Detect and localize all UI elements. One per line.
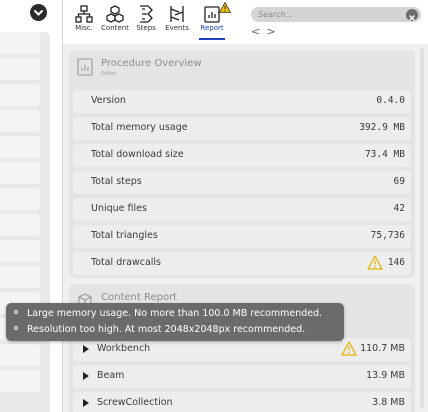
tooltip-line: Large memory usage. No more than 100.0 M… [14,308,322,319]
content-label: Beam [97,370,125,381]
content-row-workbench[interactable]: Workbench 110.7 MB [73,338,411,361]
stat-value: 146 [387,257,405,268]
left-list-item[interactable] [0,58,40,80]
tab-events[interactable]: Events [160,4,194,38]
report-content: Procedure Overview Editor Version 0.4.0 … [63,44,428,412]
left-panel [0,0,50,412]
stat-row-triangles: Total triangles 75,736 [73,225,411,248]
stat-row-download: Total download size 73.4 MB [73,144,411,167]
chevron-down-icon[interactable] [30,4,47,21]
stat-label: Total steps [91,176,142,187]
left-list-item[interactable] [0,266,40,288]
tab-steps[interactable]: Steps [129,4,163,38]
tab-content[interactable]: Content [98,4,132,38]
procedure-overview-card: Procedure Overview Editor Version 0.4.0 … [69,50,415,278]
active-tab-indicator [199,38,225,40]
left-list-item[interactable] [0,370,40,392]
left-panel-header [0,0,50,26]
card-subtitle: Editor [101,71,116,77]
tab-label: Events [165,24,189,32]
left-list-item[interactable] [0,162,40,184]
content-value: 13.9 MB [366,370,405,381]
forward-arrow-icon[interactable]: > [267,25,279,38]
tab-report[interactable]: Report [195,2,231,38]
expand-arrow-icon[interactable] [83,399,89,407]
toolbar: Misc. Content Steps Events Report Search… [63,0,428,42]
card-title: Content Report [101,292,178,303]
left-list-item[interactable] [0,110,40,132]
chart-report-icon [77,58,93,76]
tooltip-text: Resolution too high. At most 2048x2048px… [27,324,306,335]
stat-value: 75,736 [370,230,405,241]
left-list-item[interactable] [0,84,40,106]
back-arrow-icon[interactable]: < [251,25,263,38]
content-row-beam[interactable]: Beam 13.9 MB [73,365,411,388]
left-list-item[interactable] [0,136,40,158]
stat-label: Unique files [91,203,147,214]
stat-row-files: Unique files 42 [73,198,411,221]
stat-value: 73.4 MB [364,149,405,160]
left-list-item[interactable] [0,240,40,262]
card-title: Procedure Overview [101,58,202,69]
left-list-item[interactable] [0,188,40,210]
warning-tooltip: Large memory usage. No more than 100.0 M… [6,303,344,341]
content-row-screwcollection[interactable]: ScrewCollection 3.8 MB [73,392,411,412]
bullet-icon [14,310,18,314]
steps-icon [140,5,153,23]
tab-label: Misc. [75,24,93,32]
warning-icon[interactable] [367,255,383,274]
tab-label: Steps [136,24,156,32]
stat-label: Total drawcalls [91,257,162,268]
expand-arrow-icon[interactable] [83,345,89,353]
search-box [251,7,421,22]
left-list-item[interactable] [0,32,40,54]
stat-value: 42 [393,203,405,214]
tab-label: Report [200,24,224,32]
stat-label: Total download size [91,149,184,160]
stat-row-steps: Total steps 69 [73,171,411,194]
stat-value: 0.4.0 [376,95,405,106]
content-value: 110.7 MB [360,343,405,354]
left-panel-list [0,32,50,412]
left-list-item[interactable] [0,214,40,236]
scrollbar[interactable] [420,48,424,408]
history-nav: < > [251,25,279,38]
report-panel: Misc. Content Steps Events Report Search… [62,0,428,412]
content-label: Workbench [97,343,151,354]
tab-label: Content [101,24,129,32]
events-icon [170,6,184,22]
app-root: Misc. Content Steps Events Report Search… [0,0,428,412]
tab-misc[interactable]: Misc. [67,4,101,38]
stat-row-memory: Total memory usage 392.9 MB [73,117,411,140]
misc-icon [75,5,93,23]
warning-icon [219,2,231,13]
warning-icon[interactable] [341,341,357,360]
stat-label: Total triangles [91,230,158,241]
tooltip-text: Large memory usage. No more than 100.0 M… [27,308,323,319]
stat-row-drawcalls: Total drawcalls 146 [73,252,411,275]
bullet-icon [14,326,18,330]
content-icon [106,5,124,23]
stat-row-version: Version 0.4.0 [73,90,411,113]
left-list-item[interactable] [0,344,40,366]
expand-arrow-icon[interactable] [83,372,89,380]
tooltip-line: Resolution too high. At most 2048x2048px… [14,324,305,335]
stat-value: 69 [393,176,405,187]
content-label: ScrewCollection [97,397,173,408]
stat-value: 392.9 MB [359,122,405,133]
search-input[interactable] [258,8,398,21]
content-value: 3.8 MB [372,397,405,408]
stat-label: Version [91,95,126,106]
stat-label: Total memory usage [91,122,188,133]
clear-search-icon[interactable] [406,8,418,21]
